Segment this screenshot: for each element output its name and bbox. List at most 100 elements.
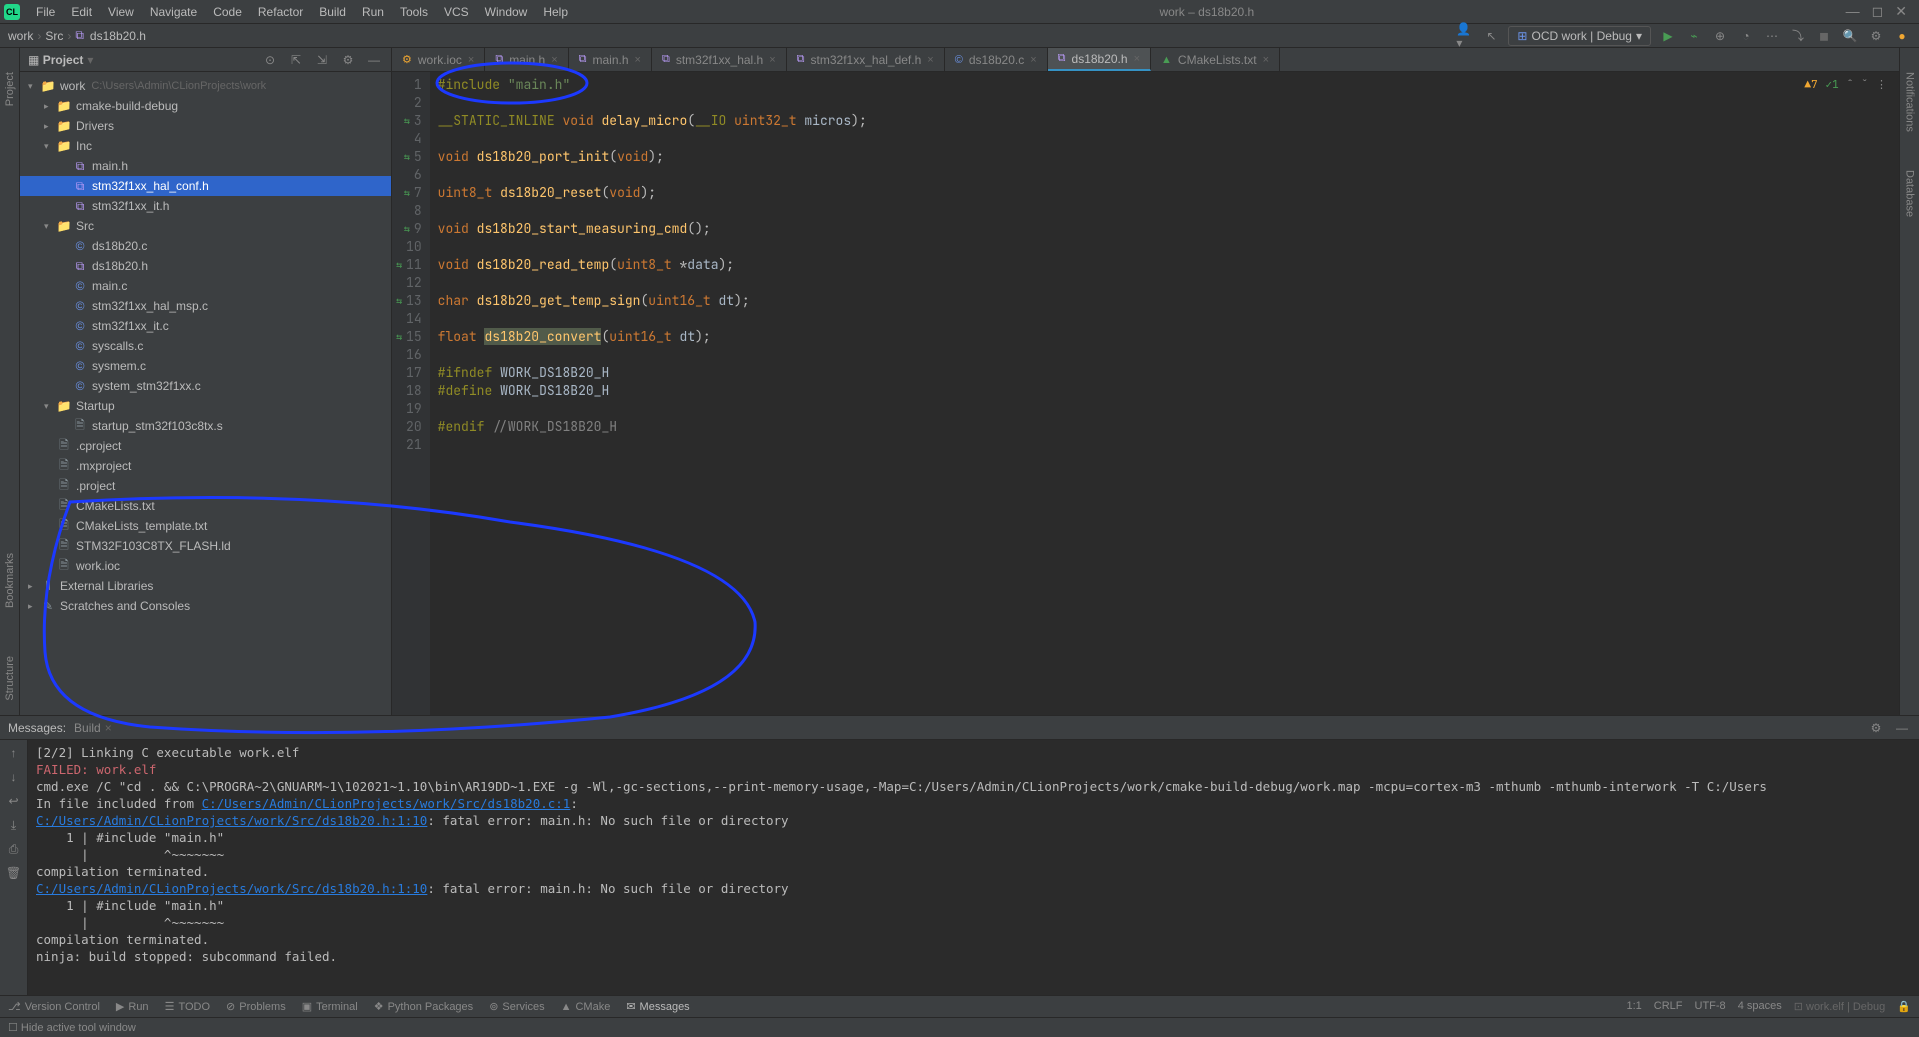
editor-tab[interactable]: ⧉stm32f1xx_hal_def.h× <box>787 48 945 71</box>
tree-node[interactable]: ⧉ds18b20.h <box>20 256 391 276</box>
wrap-icon[interactable]: ↩ <box>5 792 23 810</box>
status-enc[interactable]: UTF-8 <box>1695 1000 1726 1013</box>
close-icon[interactable]: × <box>769 54 775 66</box>
expand-icon[interactable]: ⇱ <box>287 51 305 69</box>
tree-node[interactable]: ©ds18b20.c <box>20 236 391 256</box>
menu-run[interactable]: Run <box>354 5 392 19</box>
warning-badge[interactable]: ▲7 <box>1804 76 1817 94</box>
status-pos[interactable]: 1:1 <box>1626 1000 1641 1013</box>
close-icon[interactable]: × <box>1134 53 1140 65</box>
hide-icon[interactable]: — <box>1893 719 1911 737</box>
tree-node[interactable]: ©main.c <box>20 276 391 296</box>
tree-node[interactable]: ▸📁cmake-build-debug <box>20 96 391 116</box>
tree-node[interactable]: 🗎.mxproject <box>20 456 391 476</box>
menu-tools[interactable]: Tools <box>392 5 436 19</box>
maximize-icon[interactable]: ◻ <box>1872 3 1884 20</box>
avatar-icon[interactable]: ● <box>1893 27 1911 45</box>
tree-node[interactable]: 🗎.project <box>20 476 391 496</box>
scroll-icon[interactable]: ⤓ <box>5 816 23 834</box>
menu-window[interactable]: Window <box>477 5 536 19</box>
bookmarks-tab[interactable]: Bookmarks <box>2 549 18 612</box>
editor-tab[interactable]: ⧉ds18b20.h× <box>1048 48 1151 71</box>
tree-node[interactable]: ▸✎Scratches and Consoles <box>20 596 391 616</box>
tree-node[interactable]: ▾📁Startup <box>20 396 391 416</box>
close-icon[interactable]: × <box>1030 54 1036 66</box>
tree-node[interactable]: ▸⫴External Libraries <box>20 576 391 596</box>
status-indent[interactable]: 4 spaces <box>1738 1000 1782 1013</box>
attach-icon[interactable]: ⤵ <box>1789 27 1807 45</box>
tree-node[interactable]: 🗎CMakeLists.txt <box>20 496 391 516</box>
menu-view[interactable]: View <box>100 5 142 19</box>
messages-output[interactable]: [2/2] Linking C executable work.elf FAIL… <box>28 740 1919 995</box>
tree-node[interactable]: 🗎.cproject <box>20 436 391 456</box>
run-icon[interactable]: ▶ <box>1659 27 1677 45</box>
clear-icon[interactable]: 🗑 <box>5 864 23 882</box>
tree-node[interactable]: ©system_stm32f1xx.c <box>20 376 391 396</box>
tree-node[interactable]: ▾📁Inc <box>20 136 391 156</box>
tree-node[interactable]: ▾📁workC:\Users\Admin\CLionProjects\work <box>20 76 391 96</box>
editor-code[interactable]: #include "main.h" __STATIC_INLINE void d… <box>430 72 1899 715</box>
more-icon[interactable]: ⋮ <box>1876 76 1887 94</box>
tool-python-packages[interactable]: ❖Python Packages <box>374 1000 474 1013</box>
collapse-icon[interactable]: ⇲ <box>313 51 331 69</box>
tool-todo[interactable]: ☰TODO <box>165 1000 210 1013</box>
tree-node[interactable]: ▾📁Src <box>20 216 391 236</box>
editor-tab[interactable]: ©ds18b20.c× <box>945 48 1048 71</box>
close-icon[interactable]: × <box>468 54 474 66</box>
up-icon[interactable]: ˆ <box>1847 76 1854 94</box>
tree-node[interactable]: ©syscalls.c <box>20 336 391 356</box>
code-editor[interactable]: ▲7 ✓1 ˆ ˇ ⋮ 12⇆34⇆56⇆78⇆910⇆1112⇆1314⇆15… <box>392 72 1899 715</box>
hide-icon[interactable]: — <box>365 51 383 69</box>
messages-tab-build[interactable]: Build × <box>66 719 120 737</box>
editor-tab[interactable]: ⧉main.h× <box>569 48 652 71</box>
status-sep[interactable]: CRLF <box>1654 1000 1683 1013</box>
settings-icon[interactable]: ⚙ <box>1867 27 1885 45</box>
tool-problems[interactable]: ⊘Problems <box>226 1000 286 1013</box>
tool-version-control[interactable]: ⎇Version Control <box>8 1000 100 1013</box>
tree-node[interactable]: 🗎STM32F103C8TX_FLASH.ld <box>20 536 391 556</box>
menu-file[interactable]: File <box>28 5 63 19</box>
user-icon[interactable]: 👤▾ <box>1456 27 1474 45</box>
project-tab[interactable]: Project <box>2 68 18 110</box>
menu-edit[interactable]: Edit <box>63 5 100 19</box>
tree-node[interactable]: ▸📁Drivers <box>20 116 391 136</box>
menu-navigate[interactable]: Navigate <box>142 5 205 19</box>
tool-cmake[interactable]: ▲CMake <box>561 1000 611 1013</box>
tree-node[interactable]: ©sysmem.c <box>20 356 391 376</box>
profile-icon[interactable]: ◔ <box>1737 27 1755 45</box>
print-icon[interactable]: ⎙ <box>5 840 23 858</box>
tree-node[interactable]: 🗎startup_stm32f103c8tx.s <box>20 416 391 436</box>
tool-services[interactable]: ⊚Services <box>489 1000 544 1013</box>
project-tree[interactable]: ▾📁workC:\Users\Admin\CLionProjects\work▸… <box>20 72 391 715</box>
breadcrumb-item[interactable]: Src <box>45 29 63 43</box>
editor-tab[interactable]: ⧉stm32f1xx_hal.h× <box>652 48 787 71</box>
close-icon[interactable]: × <box>1263 54 1269 66</box>
structure-tab[interactable]: Structure <box>2 652 18 705</box>
close-icon[interactable]: × <box>927 54 933 66</box>
status-context[interactable]: ⊡ work.elf | Debug <box>1794 1000 1886 1013</box>
tree-node[interactable]: 🗎CMakeLists_template.txt <box>20 516 391 536</box>
menu-build[interactable]: Build <box>311 5 354 19</box>
tree-node[interactable]: ©stm32f1xx_hal_msp.c <box>20 296 391 316</box>
tool-terminal[interactable]: ▣Terminal <box>302 1000 358 1013</box>
breadcrumb-item[interactable]: work <box>8 29 33 43</box>
close-icon[interactable]: × <box>551 54 557 66</box>
editor-tab[interactable]: ⧉main.h× <box>485 48 568 71</box>
menu-help[interactable]: Help <box>535 5 576 19</box>
tree-node[interactable]: ⧉stm32f1xx_it.h <box>20 196 391 216</box>
settings-icon[interactable]: ⚙ <box>339 51 357 69</box>
tree-node[interactable]: ©stm32f1xx_it.c <box>20 316 391 336</box>
locate-icon[interactable]: ⊙ <box>261 51 279 69</box>
ok-badge[interactable]: ✓1 <box>1826 76 1839 94</box>
back-icon[interactable]: ↖ <box>1482 27 1500 45</box>
close-icon[interactable]: ✕ <box>1895 3 1907 20</box>
menu-refactor[interactable]: Refactor <box>250 5 311 19</box>
search-icon[interactable]: 🔍 <box>1841 27 1859 45</box>
editor-tab[interactable]: ▲CMakeLists.txt× <box>1151 48 1280 71</box>
tool-messages[interactable]: ✉Messages <box>626 1000 689 1013</box>
coverage-icon[interactable]: ⊕ <box>1711 27 1729 45</box>
lock-icon[interactable]: 🔒 <box>1897 1000 1911 1013</box>
database-tab[interactable]: Database <box>1902 166 1918 221</box>
tool-run[interactable]: ▶Run <box>116 1000 149 1013</box>
debug-icon[interactable]: ⌁ <box>1685 27 1703 45</box>
